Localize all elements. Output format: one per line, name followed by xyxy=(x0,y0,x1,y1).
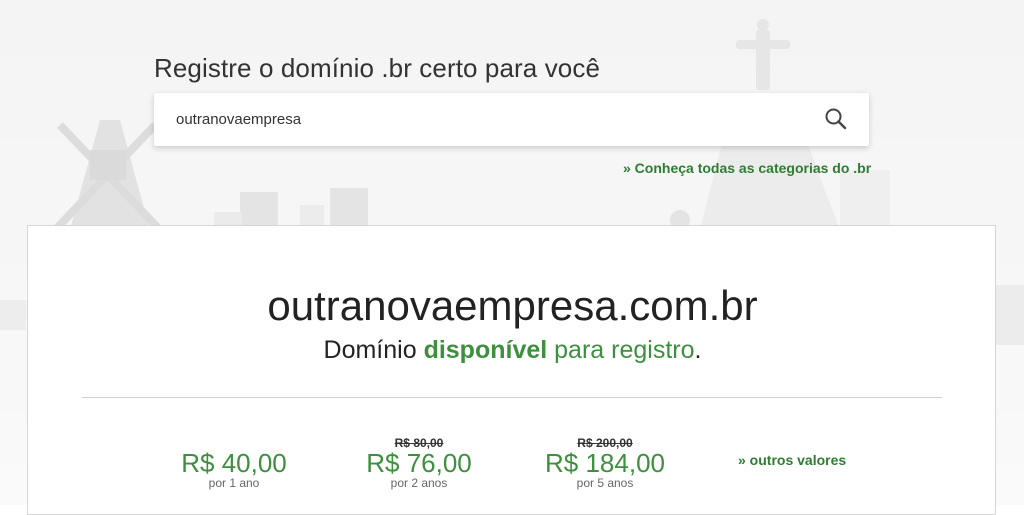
availability-status: Domínio disponível para registro. xyxy=(28,336,997,365)
search-button[interactable] xyxy=(823,106,849,132)
price-period: por 1 ano xyxy=(208,476,260,490)
divider xyxy=(82,397,942,398)
all-categories-link[interactable]: » Conheça todas as categorias do .br xyxy=(623,160,871,176)
price-amount: R$ 40,00 xyxy=(181,448,287,478)
search-icon xyxy=(825,108,847,130)
status-suffix: para registro xyxy=(554,336,695,364)
domain-result-card: outranovaempresa.com.br Domínio disponív… xyxy=(27,225,996,515)
domain-search-input[interactable] xyxy=(176,107,796,131)
domain-name: outranovaempresa.com.br xyxy=(267,282,758,329)
page-title: Registre o domínio .br certo para você xyxy=(154,53,601,84)
price-option-5-years[interactable]: R$ 200,00 R$ 184,00 por 5 anos xyxy=(515,436,695,490)
status-prefix: Domínio xyxy=(323,336,417,364)
price-amount: R$ 184,00 xyxy=(545,448,665,478)
other-values-link[interactable]: » outros valores xyxy=(738,452,846,468)
price-amount: R$ 76,00 xyxy=(366,448,472,478)
price-period: por 2 anos xyxy=(390,476,448,490)
price-option-2-years[interactable]: R$ 80,00 R$ 76,00 por 2 anos xyxy=(329,436,509,490)
status-end: . xyxy=(694,336,702,364)
price-period: por 5 anos xyxy=(576,476,634,490)
domain-search-box xyxy=(154,93,869,146)
price-option-1-year[interactable]: R$ 40,00 por 1 ano xyxy=(144,436,324,490)
status-available: disponível xyxy=(423,336,548,364)
